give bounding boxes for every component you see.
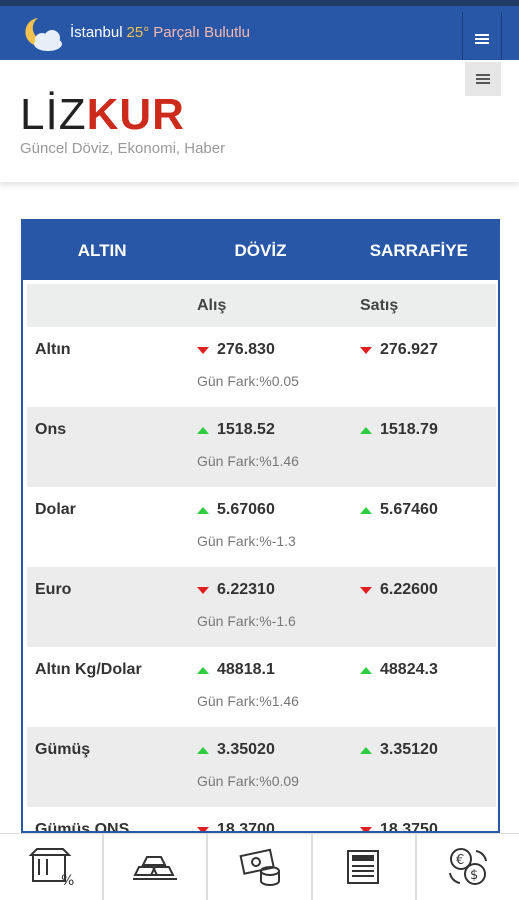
sell-price: 48824.3: [380, 661, 438, 678]
site-logo[interactable]: LİZKUR: [20, 90, 185, 140]
buy-value: 3.35020: [197, 741, 275, 759]
day-difference: Gün Fark:%1.46: [197, 453, 299, 469]
percent-store-icon: %: [28, 848, 74, 889]
day-difference: Gün Fark:%0.09: [197, 773, 299, 789]
arrow-down-icon: [360, 346, 372, 354]
rate-name: Euro: [35, 581, 72, 598]
arrow-up-icon: [197, 506, 209, 514]
weather-bar: İstanbul 25° Parçalı Bulutlu: [0, 6, 519, 66]
sell-value: 276.927: [360, 341, 438, 359]
nav-currency[interactable]: [208, 834, 313, 900]
rate-name: Ons: [35, 421, 67, 438]
buy-price: 3.35020: [217, 741, 275, 758]
sell-price: 18.3750: [380, 821, 438, 833]
sell-value: 6.22600: [360, 581, 438, 599]
tab-sarrafiye[interactable]: SARRAFİYE: [340, 221, 498, 280]
table-row[interactable]: Altın 276.830 276.927 Gün Fark:%0.05: [27, 327, 496, 407]
buy-price: 6.22310: [217, 581, 275, 598]
buy-price: 48818.1: [217, 661, 275, 678]
table-row[interactable]: Euro 6.22310 6.22600 Gün Fark:%-1.6: [27, 567, 496, 647]
city-name: İstanbul: [70, 24, 123, 41]
money-coins-icon: [238, 848, 280, 886]
sell-price: 5.67460: [380, 501, 438, 518]
svg-text:%: %: [61, 873, 74, 889]
site-tagline: Güncel Döviz, Ekonomi, Haber: [20, 140, 226, 157]
nav-exchange[interactable]: € $: [417, 834, 519, 900]
buy-value: 1518.52: [197, 421, 275, 439]
sell-value: 48824.3: [360, 661, 438, 679]
buy-price: 1518.52: [217, 421, 275, 438]
buy-value: 5.67060: [197, 501, 275, 519]
buy-value: 276.830: [197, 341, 275, 359]
day-difference: Gün Fark:%-1.6: [197, 613, 296, 629]
rate-name: Gümüş ONS: [35, 821, 130, 833]
buy-value: 18.3700: [197, 821, 275, 833]
temperature: 25°: [126, 24, 150, 41]
main-menu-button[interactable]: [465, 62, 501, 96]
svg-text:€: €: [456, 853, 464, 868]
nav-gold[interactable]: [104, 834, 209, 900]
buy-price: 18.3700: [217, 821, 275, 833]
rate-name: Gümüş: [35, 741, 91, 758]
logo-text-liz: LİZ: [20, 90, 87, 139]
sell-price: 3.35120: [380, 741, 438, 758]
bottom-navigation: % € $: [0, 833, 519, 900]
top-menu-button[interactable]: [462, 12, 502, 66]
table-row[interactable]: Dolar 5.67060 5.67460 Gün Fark:%-1.3: [27, 487, 496, 567]
nav-news[interactable]: [313, 834, 417, 900]
arrow-up-icon: [197, 746, 209, 754]
day-difference: Gün Fark:%-1.3: [197, 533, 296, 549]
logo-text-kur: KUR: [86, 90, 185, 139]
buy-price: 276.830: [217, 341, 275, 358]
day-difference: Gün Fark:%0.05: [197, 373, 299, 389]
arrow-down-icon: [360, 586, 372, 594]
table-row[interactable]: Altın Kg/Dolar 48818.1 48824.3 Gün Fark:%1.…: [27, 647, 496, 727]
sell-price: 1518.79: [380, 421, 438, 438]
rates-table: Alış Satış Altın 276.830 276.927 Gün Fark:%…: [27, 284, 496, 833]
nav-percent-store[interactable]: %: [0, 834, 105, 900]
tab-doviz[interactable]: DÖVİZ: [181, 221, 339, 280]
moon-cloud-icon: [25, 18, 62, 51]
newspaper-icon: [346, 850, 379, 884]
sell-price: 276.927: [380, 341, 438, 358]
site-header: LİZKUR Güncel Döviz, Ekonomi, Haber: [0, 60, 519, 182]
arrow-up-icon: [360, 746, 372, 754]
column-buy: Alış: [197, 296, 227, 314]
table-header: Alış Satış: [27, 284, 496, 327]
sell-value: 18.3750: [360, 821, 438, 833]
arrow-up-icon: [197, 426, 209, 434]
column-sell: Satış: [360, 296, 399, 314]
day-difference: Gün Fark:%1.46: [197, 693, 299, 709]
sell-value: 5.67460: [360, 501, 438, 519]
arrow-up-icon: [360, 666, 372, 674]
arrow-down-icon: [197, 346, 209, 354]
hamburger-icon: [475, 32, 489, 46]
arrow-up-icon: [197, 666, 209, 674]
table-row[interactable]: Ons 1518.52 1518.79 Gün Fark:%1.46: [27, 407, 496, 487]
rates-tabs: ALTIN DÖVİZ SARRAFİYE: [23, 221, 498, 280]
arrow-up-icon: [360, 506, 372, 514]
buy-value: 48818.1: [197, 661, 275, 679]
arrow-down-icon: [197, 586, 209, 594]
buy-price: 5.67060: [217, 501, 275, 518]
rate-name: Altın: [35, 341, 71, 358]
weather-condition: Parçalı Bulutlu: [153, 24, 250, 41]
sell-value: 1518.79: [360, 421, 438, 439]
sell-price: 6.22600: [380, 581, 438, 598]
tab-altin[interactable]: ALTIN: [23, 221, 181, 280]
sell-value: 3.35120: [360, 741, 438, 759]
rate-name: Altın Kg/Dolar: [35, 661, 142, 678]
weather-text: İstanbul 25° Parçalı Bulutlu: [70, 24, 250, 41]
currency-exchange-icon: € $: [448, 848, 487, 885]
svg-text:$: $: [470, 868, 478, 883]
table-row[interactable]: Gümüş 3.35020 3.35120 Gün Fark:%0.09: [27, 727, 496, 807]
hamburger-icon: [476, 72, 490, 86]
table-row[interactable]: Gümüş ONS 18.3700 18.3750: [27, 807, 496, 833]
rates-card: ALTIN DÖVİZ SARRAFİYE Alış Satış Altın 27…: [21, 219, 500, 833]
gold-bars-icon: [133, 856, 178, 880]
rate-name: Dolar: [35, 501, 76, 518]
buy-value: 6.22310: [197, 581, 275, 599]
arrow-up-icon: [360, 426, 372, 434]
